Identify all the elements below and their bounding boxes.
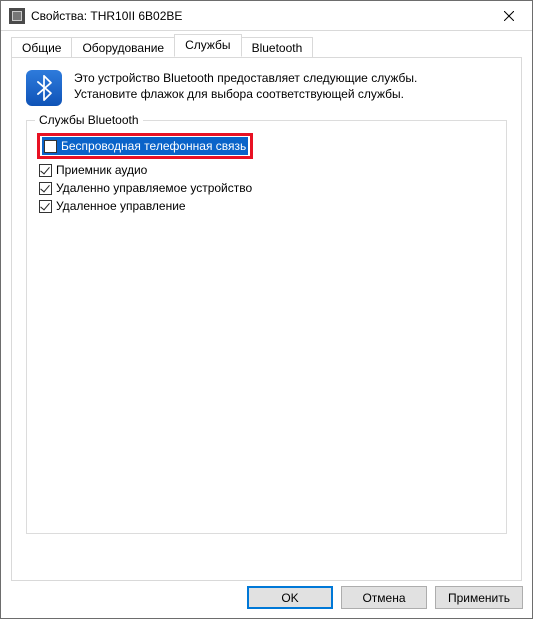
- tab-hardware[interactable]: Оборудование: [71, 37, 175, 58]
- info-line-2: Установите флажок для выбора соответству…: [74, 87, 404, 101]
- window-title: Свойства: THR10II 6B02BE: [31, 9, 486, 23]
- info-text: Это устройство Bluetooth предоставляет с…: [74, 70, 417, 102]
- highlight-box: Беспроводная телефонная связь: [37, 133, 253, 159]
- services-group-legend: Службы Bluetooth: [35, 113, 143, 127]
- tab-general[interactable]: Общие: [11, 37, 72, 58]
- service-label: Удаленное управление: [56, 198, 186, 214]
- dialog-content: Общие Оборудование Службы Bluetooth Это …: [1, 31, 532, 581]
- tab-strip: Общие Оборудование Службы Bluetooth: [11, 35, 522, 57]
- service-checkbox[interactable]: [39, 200, 52, 213]
- service-item-remote-control[interactable]: Удаленное управление: [37, 197, 496, 215]
- service-checkbox[interactable]: [39, 182, 52, 195]
- service-label: Беспроводная телефонная связь: [61, 138, 246, 154]
- service-checkbox[interactable]: [44, 140, 57, 153]
- services-group: Службы Bluetooth Беспроводная телефонная…: [26, 120, 507, 534]
- info-row: Это устройство Bluetooth предоставляет с…: [26, 70, 507, 106]
- service-item-audio-sink[interactable]: Приемник аудио: [37, 161, 496, 179]
- close-icon: [504, 11, 514, 21]
- cancel-button[interactable]: Отмена: [341, 586, 427, 609]
- bluetooth-icon: [26, 70, 62, 106]
- service-item-wireless-telephony[interactable]: Беспроводная телефонная связь: [42, 137, 248, 155]
- info-line-1: Это устройство Bluetooth предоставляет с…: [74, 71, 417, 85]
- tab-bluetooth[interactable]: Bluetooth: [241, 37, 314, 58]
- service-checkbox[interactable]: [39, 164, 52, 177]
- service-item-remote-controlled-device[interactable]: Удаленно управляемое устройство: [37, 179, 496, 197]
- window-system-icon: [9, 8, 25, 24]
- apply-button[interactable]: Применить: [435, 586, 523, 609]
- title-bar: Свойства: THR10II 6B02BE: [1, 1, 532, 31]
- service-label: Удаленно управляемое устройство: [56, 180, 252, 196]
- tab-panel-services: Это устройство Bluetooth предоставляет с…: [11, 57, 522, 581]
- tab-services[interactable]: Службы: [174, 34, 241, 57]
- ok-button[interactable]: OK: [247, 586, 333, 609]
- service-label: Приемник аудио: [56, 162, 147, 178]
- window-close-button[interactable]: [486, 1, 532, 31]
- dialog-button-row: OK Отмена Применить: [247, 586, 523, 609]
